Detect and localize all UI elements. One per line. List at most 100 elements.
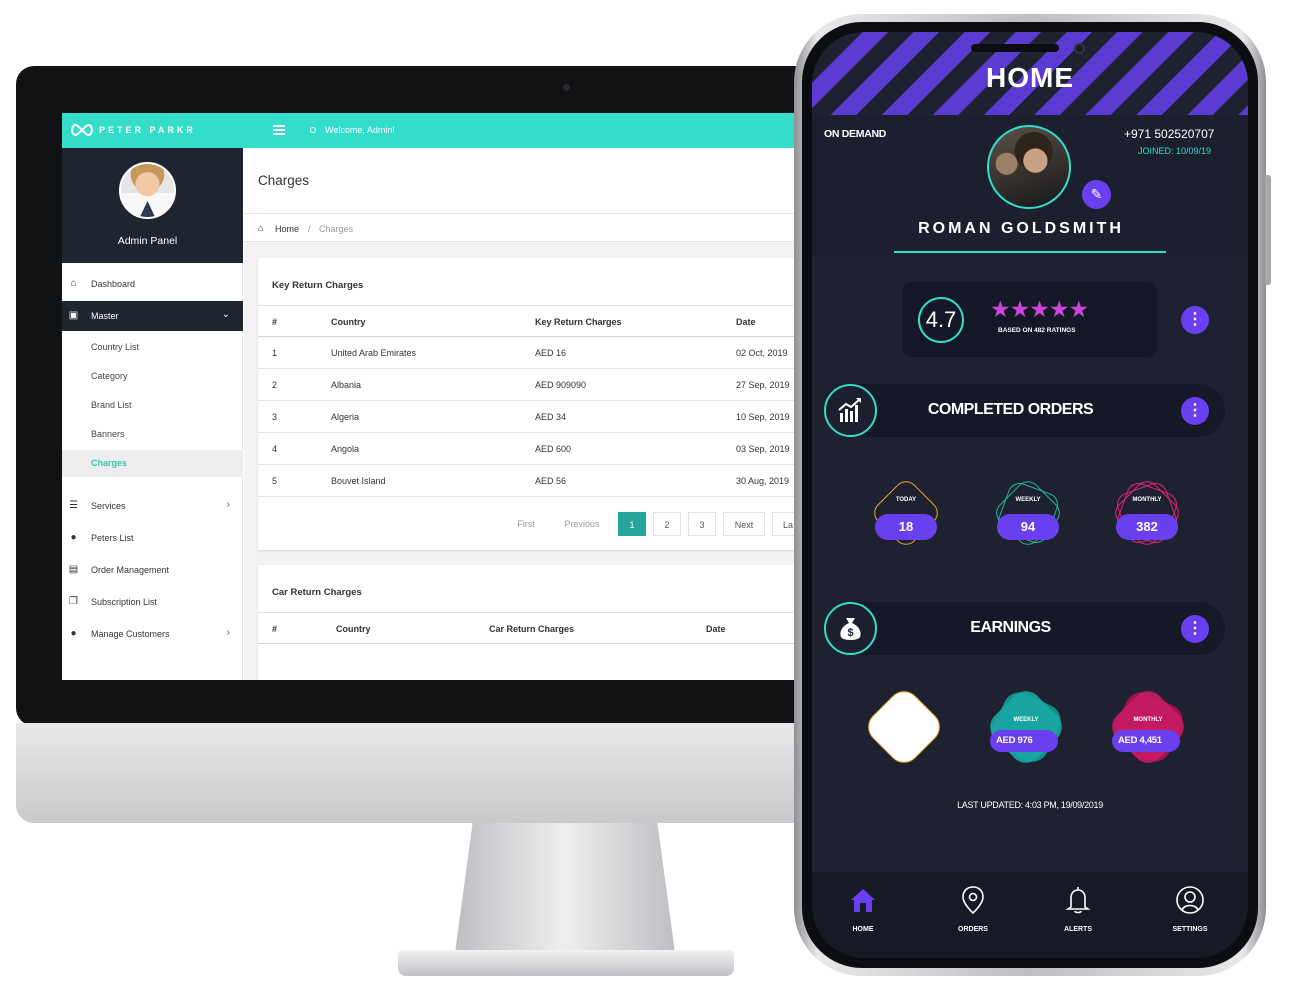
monitor-stand (455, 823, 675, 953)
pagination-page-3[interactable]: 3 (688, 512, 716, 536)
card-icon: ▤ (68, 564, 79, 575)
home-icon[interactable]: ⌂ (258, 223, 263, 233)
name-underline (894, 251, 1166, 253)
tab-orders[interactable]: ORDERS (938, 884, 1008, 944)
pagination-page-2[interactable]: 2 (653, 512, 681, 536)
admin-sidebar: Admin Panel ⌂ Dashboard ▣ Master ⌄ Count… (62, 148, 243, 680)
pagination-first[interactable]: First (506, 512, 546, 536)
user-icon: ● (70, 532, 77, 543)
column-header[interactable]: # (272, 624, 277, 634)
column-header[interactable]: # (272, 317, 277, 327)
earnings-monthly-stat[interactable]: MONTHLY AED 4,451 (1105, 684, 1192, 771)
sidebar-item-manage-customers[interactable]: ● Manage Customers › (62, 619, 243, 649)
phone-speaker (971, 44, 1059, 52)
bell-icon (1065, 887, 1091, 914)
column-header[interactable]: Key Return Charges (535, 317, 622, 327)
user-circle-icon (1176, 886, 1204, 914)
earning-badge-shape (1105, 684, 1191, 770)
location-pin-icon (962, 886, 984, 915)
admin-panel-label: Admin Panel (117, 235, 178, 247)
orders-today-stat[interactable]: TODAY 18 (866, 473, 946, 553)
monitor-camera (563, 84, 570, 91)
orders-monthly-stat[interactable]: MONTHLY 382 (1107, 473, 1187, 553)
main-content: Charges ⌂ Home / Charges Key Return Char… (244, 148, 795, 680)
sidebar-subitem-banners[interactable]: Banners (62, 421, 243, 448)
more-vertical-icon: ⋮ (1187, 620, 1203, 637)
pagination-previous[interactable]: Previous (556, 512, 608, 536)
earnings-title: EARNINGS (970, 619, 1051, 636)
completed-orders-bar[interactable]: COMPLETED ORDERS ⋮ (824, 384, 1225, 437)
screen-title: HOME (986, 62, 1074, 93)
pagination-next[interactable]: Next (723, 512, 765, 536)
column-header[interactable]: Country (336, 624, 371, 634)
rating-more-button[interactable]: ⋮ (1181, 306, 1209, 334)
completed-orders-title: COMPLETED ORDERS (927, 401, 1094, 418)
earnings-bar[interactable]: $ EARNINGS ⋮ (824, 602, 1225, 655)
sidebar-item-services[interactable]: ☰ Services › (62, 491, 243, 521)
orders-more-button[interactable]: ⋮ (1181, 397, 1209, 425)
edit-profile-button[interactable]: ✎ (1082, 180, 1111, 209)
column-header[interactable]: Date (736, 317, 756, 327)
home-icon: ⌂ (70, 278, 77, 289)
user-edit-icon: ● (70, 628, 77, 639)
table-row[interactable]: 1 United Arab Emirates AED 16 02 Oct, 20… (258, 337, 795, 369)
table-row[interactable]: 4 Angola AED 600 03 Sep, 2019 (258, 433, 795, 465)
pagination-page-1[interactable]: 1 (618, 512, 646, 536)
table-header: # Country Key Return Charges Date (258, 305, 795, 337)
rating-stars-icon: ★★★★★ (990, 296, 1089, 322)
sidebar-subitem-category[interactable]: Category (62, 363, 243, 390)
more-vertical-icon: ⋮ (1187, 311, 1203, 328)
breadcrumb-home[interactable]: Home (275, 224, 299, 234)
earnings-today-stat[interactable] (861, 684, 948, 771)
clipboard-icon: ▣ (68, 310, 79, 321)
breadcrumb-current: Charges (319, 224, 354, 234)
column-header[interactable]: Date (706, 624, 726, 634)
table-row[interactable]: 3 Algeria AED 34 10 Sep, 2019 (258, 401, 795, 433)
brand-name[interactable]: PETER PARKR (99, 125, 196, 135)
user-avatar[interactable] (987, 125, 1071, 209)
user-name: ROMAN GOLDSMITH (918, 220, 1124, 237)
on-demand-toggle[interactable]: ON DEMAND (824, 128, 886, 140)
sidebar-profile: Admin Panel (62, 148, 243, 263)
column-header[interactable]: Country (331, 317, 366, 327)
sidebar-item-order-management[interactable]: ▤ Order Management (62, 555, 243, 585)
rating-caption: BASED ON 482 RATINGS (998, 327, 1076, 334)
car-return-charges-card: Car Return Charges # Country Car Return … (258, 565, 795, 680)
sidebar-item-subscription-list[interactable]: ❐ Subscription List (62, 587, 243, 617)
svg-text:$: $ (847, 627, 853, 639)
orders-weekly-stat[interactable]: WEEKLY 94 (988, 473, 1068, 553)
earnings-weekly-stat[interactable]: WEEKLY AED 976 (983, 684, 1070, 771)
table-row[interactable]: 2 Albania AED 909090 27 Sep, 2019 (258, 369, 795, 401)
table-row[interactable]: 5 Bouvet Island AED 56 30 Aug, 2019 (258, 465, 795, 497)
sidebar-subitem-country-list[interactable]: Country List (62, 334, 243, 361)
earning-badge-shape (861, 684, 947, 770)
chevron-right-icon: › (226, 627, 230, 638)
welcome-text[interactable]: Welcome, Admin! (325, 125, 395, 135)
column-header[interactable]: Car Return Charges (489, 624, 574, 634)
mobile-screen: HOME ON DEMAND +971 502520707 JOINED: 10… (812, 32, 1248, 958)
card-title: Key Return Charges (272, 280, 364, 291)
phone-camera (1074, 43, 1085, 54)
sidebar-item-peters-list[interactable]: ● Peters List (62, 523, 243, 553)
breadcrumb-separator: / (308, 224, 311, 234)
sidebar-item-master[interactable]: ▣ Master ⌄ (62, 301, 243, 331)
status-dot-icon (310, 127, 316, 133)
sidebar-item-dashboard[interactable]: ⌂ Dashboard (62, 269, 243, 299)
money-bag-icon: $ (824, 602, 877, 655)
pagination-last[interactable]: La (772, 512, 795, 536)
sidebar-subitem-charges[interactable]: Charges (62, 450, 243, 477)
breadcrumb: ⌂ Home / Charges (244, 214, 795, 242)
list-icon: ☰ (69, 500, 78, 511)
earnings-more-button[interactable]: ⋮ (1181, 615, 1209, 643)
sidebar-subitem-brand-list[interactable]: Brand List (62, 392, 243, 419)
tab-home[interactable]: HOME (828, 884, 898, 944)
admin-avatar[interactable] (119, 162, 176, 219)
page-header: Charges (244, 148, 795, 214)
tab-settings[interactable]: SETTINGS (1155, 884, 1225, 944)
chevron-down-icon: ⌄ (221, 309, 230, 320)
more-vertical-icon: ⋮ (1187, 402, 1203, 419)
pencil-icon: ✎ (1090, 186, 1103, 202)
admin-topbar: PETER PARKR Welcome, Admin! (62, 113, 795, 148)
hamburger-menu-icon[interactable] (273, 125, 285, 135)
tab-alerts[interactable]: ALERTS (1043, 884, 1113, 944)
